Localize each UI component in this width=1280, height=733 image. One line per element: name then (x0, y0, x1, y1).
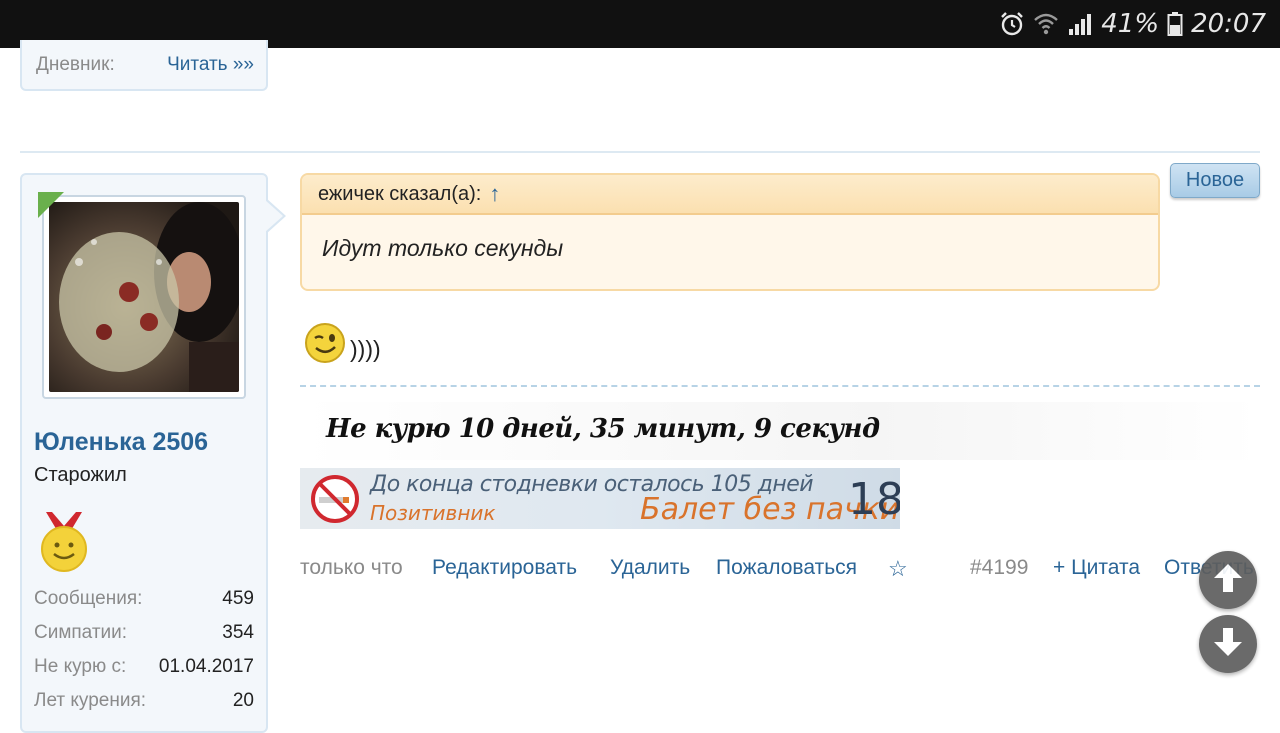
avatar[interactable] (42, 195, 246, 399)
status-icons: 41% 20:07 (999, 0, 1266, 48)
arrow-down-icon (1210, 624, 1246, 665)
alarm-icon (999, 11, 1025, 37)
username[interactable]: Юленька 2506 (34, 428, 208, 457)
quote-text: Идут только секунды (322, 235, 564, 261)
medal-icon (38, 512, 90, 579)
avatar-image (49, 202, 239, 392)
stat-value: 354 (222, 622, 254, 643)
quote-header: ежичек сказал(а): ↑ (302, 175, 1158, 215)
quote-jump-link[interactable]: ↑ (489, 181, 500, 207)
stat-row-smoking-years: Лет курения: 20 (34, 684, 254, 718)
stat-label: Не курю с: (34, 656, 127, 677)
post-number[interactable]: #4199 (970, 556, 1028, 580)
stat-value: 01.04.2017 (158, 656, 254, 677)
user-stats: Сообщения: 459 Симпатии: 354 Не курю с: … (34, 582, 254, 718)
quote-block: ежичек сказал(а): ↑ Идут только секунды (300, 173, 1160, 291)
stat-row-likes: Симпатии: 354 (34, 616, 254, 650)
sidebar-pointer-inner (265, 200, 283, 232)
banner-number: 18 (848, 474, 900, 525)
user-title: Старожил (34, 464, 127, 486)
clock: 20:07 (1191, 9, 1266, 39)
post-actions: только что Редактировать Удалить Пожалов… (300, 552, 1260, 586)
signal-icon (1067, 11, 1093, 37)
scroll-down-button[interactable] (1199, 615, 1257, 673)
diary-label: Дневник: (36, 54, 115, 75)
new-badge[interactable]: Новое (1170, 163, 1260, 198)
online-indicator (38, 192, 64, 218)
stat-label: Симпатии: (34, 622, 128, 643)
post-time: только что (300, 556, 403, 579)
stat-value: 20 (232, 690, 254, 711)
message-body: )))) (304, 322, 381, 369)
stat-label: Сообщения: (34, 588, 143, 609)
post-divider (20, 151, 1260, 153)
message-text: )))) (350, 336, 381, 362)
stat-row-quit-date: Не курю с: 01.04.2017 (34, 650, 254, 684)
wifi-icon (1033, 11, 1059, 37)
quote-author: ежичек сказал(а): (318, 182, 482, 205)
signature-separator (300, 385, 1260, 387)
scroll-up-button[interactable] (1199, 551, 1257, 609)
signature-banner: До конца стодневки осталось 105 дней Поз… (300, 468, 900, 529)
banner-rank: Позитивник (370, 501, 496, 525)
stat-value: 459 (222, 588, 254, 609)
arrow-up-icon (1210, 560, 1246, 601)
report-link[interactable]: Пожаловаться (716, 556, 857, 580)
signature-counter: Не курю 10 дней, 35 минут, 9 секунд (300, 402, 1260, 460)
battery-percent: 41% (1101, 9, 1160, 39)
quote-link[interactable]: + Цитата (1053, 556, 1140, 580)
edit-link[interactable]: Редактировать (432, 556, 577, 580)
stat-label: Лет курения: (34, 690, 147, 711)
bookmark-star-icon[interactable]: ☆ (888, 556, 908, 582)
no-smoking-icon (310, 474, 360, 529)
battery-icon (1167, 11, 1183, 37)
previous-user-card: Дневник: Читать »» (20, 40, 268, 91)
counter-text: Не курю 10 дней, 35 минут, 9 секунд (326, 414, 880, 444)
wink-smiley-icon (304, 322, 346, 369)
delete-link[interactable]: Удалить (610, 556, 690, 580)
stat-row-messages: Сообщения: 459 (34, 582, 254, 616)
diary-link[interactable]: Читать »» (167, 54, 254, 76)
